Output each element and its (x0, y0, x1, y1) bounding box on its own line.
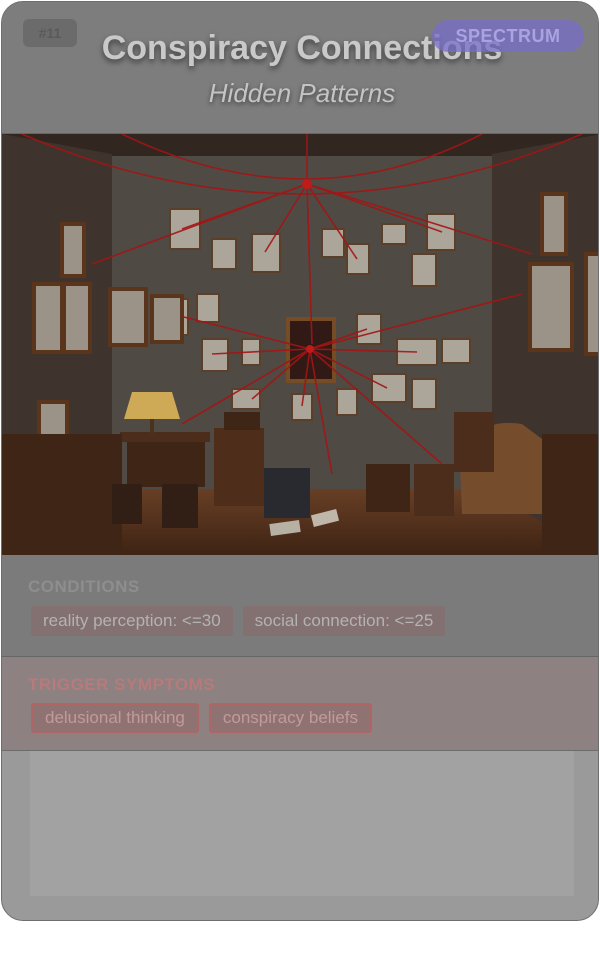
conspiracy-room-illustration (2, 134, 598, 555)
conditions-tags: reality perception: <=30 social connecti… (31, 606, 446, 636)
conditions-heading: CONDITIONS (28, 577, 140, 596)
condition-tag-reality: reality perception: <=30 (31, 606, 233, 636)
condition-tag-social: social connection: <=25 (242, 606, 446, 636)
card-footer (2, 751, 598, 920)
card-header: #11 Conspiracy Connections Hidden Patter… (2, 2, 598, 134)
trigger-tag-delusional: delusional thinking (31, 703, 199, 733)
card-subtitle: Hidden Patterns (208, 78, 396, 108)
event-card: #11 Conspiracy Connections Hidden Patter… (1, 1, 599, 921)
trigger-symptoms-heading: TRIGGER SYMPTOMS (28, 675, 216, 694)
trigger-symptoms-section: TRIGGER SYMPTOMS delusional thinking con… (2, 657, 598, 751)
conditions-section: CONDITIONS reality perception: <=30 soci… (2, 555, 598, 657)
trigger-tags: delusional thinking conspiracy beliefs (31, 703, 373, 733)
card-illustration (2, 134, 598, 555)
footer-panel (30, 751, 574, 896)
trigger-tag-conspiracy: conspiracy beliefs (208, 703, 373, 733)
category-badge: SPECTRUM (432, 20, 584, 52)
